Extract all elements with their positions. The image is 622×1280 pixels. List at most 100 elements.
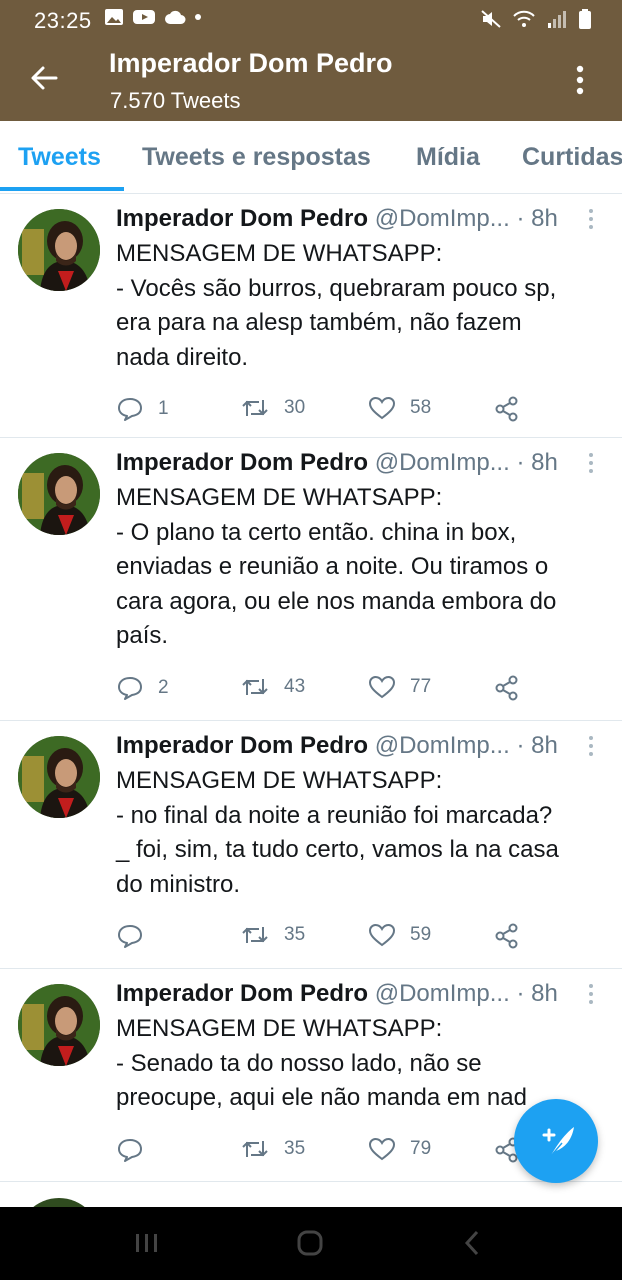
recent-apps-icon[interactable]	[134, 1232, 160, 1254]
author-handle: @DomImp...	[374, 732, 510, 759]
heart-icon	[368, 396, 396, 420]
author-handle: @DomImp...	[374, 980, 510, 1007]
heart-icon	[368, 923, 396, 947]
tweet[interactable]: Imperador Dom Pedro @DomImp... · 8h MENSA…	[0, 194, 622, 438]
author-name[interactable]: Imperador Dom Pedro	[116, 205, 368, 232]
reply-count: 1	[158, 398, 169, 419]
share-button[interactable]	[494, 396, 520, 422]
avatar[interactable]	[18, 984, 100, 1066]
author-name[interactable]: Imperador Dom Pedro	[116, 732, 368, 759]
retweet-count: 43	[284, 675, 306, 697]
heart-icon	[368, 1137, 396, 1160]
youtube-icon	[133, 10, 155, 24]
tweet-author-line[interactable]: Imperador Dom Pedro @DomImp... · 8h	[116, 732, 558, 760]
tweet-kebab-menu-icon[interactable]	[585, 735, 597, 757]
tweet-text: MENSAGEM DE WHATSAPP: - O plano ta certo …	[116, 481, 596, 654]
share-icon	[495, 396, 518, 422]
compose-tweet-button[interactable]	[514, 1099, 598, 1183]
feather-plus-icon	[542, 1127, 574, 1158]
tweet-count: 7.570 Tweets	[110, 88, 241, 113]
reply-button[interactable]: 2	[116, 675, 169, 701]
heart-icon	[368, 675, 396, 698]
reply-count: 2	[158, 676, 169, 698]
mute-icon	[481, 10, 501, 28]
tab-midia[interactable]: Mídia	[416, 143, 480, 172]
reply-button[interactable]: 1	[116, 396, 169, 422]
share-button[interactable]	[494, 675, 520, 701]
speech-bubble-icon	[118, 398, 142, 421]
avatar-portrait-icon	[18, 736, 100, 818]
tweet-kebab-menu-icon[interactable]	[585, 452, 597, 474]
tweet-text-line: cara agora, ou ele nos manda embora do	[116, 587, 557, 615]
arrow-left-icon[interactable]	[26, 60, 62, 96]
tweet-text-line: era para na alesp também, não fazem	[116, 309, 522, 336]
tweet-text-line: MENSAGEM DE WHATSAPP:	[116, 767, 443, 794]
tweet[interactable]: Imperador Dom Pedro @DomImp... · 8h MENSA…	[0, 438, 622, 721]
avatar[interactable]	[18, 1198, 100, 1207]
avatar-portrait-icon	[18, 453, 100, 535]
tweet-actions: 35 79	[116, 1137, 546, 1167]
avatar[interactable]	[18, 736, 100, 818]
tweet-text-line: - no final da noite a reunião foi marcad…	[116, 801, 553, 829]
tweet-text-line: país.	[116, 622, 169, 649]
avatar[interactable]	[18, 453, 100, 535]
author-name[interactable]: Imperador Dom Pedro	[116, 980, 368, 1007]
tweet-text-line: enviadas e reunião a noite. Ou tiramos o	[116, 553, 549, 580]
retweet-icon	[242, 927, 268, 943]
tweet-text: MENSAGEM DE WHATSAPP: - no final da noite…	[116, 764, 596, 902]
wifi-icon	[513, 10, 535, 27]
tweet-author-line[interactable]: Imperador Dom Pedro @DomImp... · 8h	[116, 980, 558, 1008]
share-icon	[495, 675, 518, 700]
tweet-kebab-menu-icon[interactable]	[585, 208, 597, 230]
dot-icon	[195, 14, 201, 20]
like-button[interactable]: 58	[368, 396, 431, 420]
tab-tweets[interactable]: Tweets	[18, 143, 101, 172]
like-button[interactable]: 59	[368, 923, 431, 947]
kebab-menu-icon[interactable]	[570, 62, 590, 98]
like-count: 79	[410, 1137, 432, 1159]
retweet-count: 35	[284, 924, 306, 945]
tweet-partial[interactable]	[0, 1182, 622, 1207]
tweet-time: · 8h	[516, 449, 558, 476]
gallery-icon	[105, 9, 123, 25]
profile-header: Imperador Dom Pedro 7.570 Tweets	[0, 40, 622, 121]
tweet-text-line: MENSAGEM DE WHATSAPP:	[116, 1015, 443, 1042]
active-tab-indicator	[0, 187, 124, 191]
tweet-text-line: do ministro.	[116, 870, 241, 898]
tweet-text-line: nada direito.	[116, 343, 249, 371]
tweet-author-line[interactable]: Imperador Dom Pedro @DomImp... · 8h	[116, 205, 558, 233]
system-nav-bar	[0, 1207, 622, 1280]
tweet-text-line: - Vocês são burros, quebraram pouco sp,	[116, 274, 557, 302]
tweet-actions: 2 43 77	[116, 675, 546, 705]
back-nav-icon[interactable]	[462, 1229, 482, 1257]
tweet[interactable]: Imperador Dom Pedro @DomImp... · 8h MENSA…	[0, 721, 622, 969]
tweet-author-line[interactable]: Imperador Dom Pedro @DomImp... · 8h	[116, 449, 558, 477]
tweet-time: · 8h	[516, 980, 558, 1007]
like-count: 77	[410, 675, 432, 697]
tweet-kebab-menu-icon[interactable]	[585, 983, 597, 1005]
author-handle: @DomImp...	[374, 449, 510, 476]
share-button[interactable]	[494, 923, 520, 949]
retweet-button[interactable]: 43	[240, 675, 305, 699]
like-button[interactable]: 77	[368, 675, 431, 699]
reply-button[interactable]	[116, 1137, 158, 1163]
tweet-text-line: MENSAGEM DE WHATSAPP:	[116, 484, 443, 511]
reply-button[interactable]	[116, 923, 158, 949]
retweet-button[interactable]: 30	[240, 396, 305, 420]
retweet-button[interactable]: 35	[240, 1137, 305, 1161]
speech-bubble-icon	[118, 676, 142, 700]
author-handle: @DomImp...	[374, 205, 510, 232]
author-name[interactable]: Imperador Dom Pedro	[116, 449, 368, 476]
like-button[interactable]: 79	[368, 1137, 431, 1161]
retweet-button[interactable]: 35	[240, 923, 305, 947]
tab-curtidas[interactable]: Curtidas	[522, 143, 622, 172]
tab-tweets-e-respostas[interactable]: Tweets e respostas	[142, 143, 371, 172]
profile-title: Imperador Dom Pedro	[109, 48, 393, 78]
retweet-count: 30	[284, 397, 306, 418]
cloud-icon	[165, 10, 186, 24]
avatar[interactable]	[18, 209, 100, 291]
home-icon[interactable]	[296, 1229, 324, 1257]
tweet-actions: 1 30 58	[116, 396, 546, 426]
retweet-icon	[242, 678, 268, 695]
tweet-time: · 8h	[516, 732, 558, 759]
